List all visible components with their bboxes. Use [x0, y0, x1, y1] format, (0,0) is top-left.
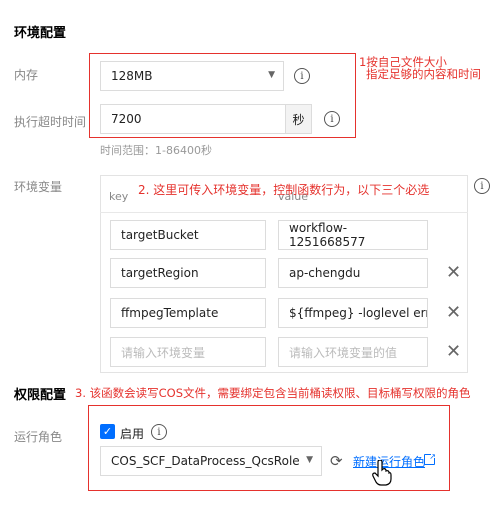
- role-select[interactable]: COS_SCF_DataProcess_QcsRole ▼: [100, 446, 322, 476]
- timeout-value: 7200: [111, 112, 142, 126]
- hand-cursor-icon: [372, 460, 392, 486]
- role-label: 运行角色: [14, 430, 63, 444]
- timeout-unit: 秒: [285, 104, 312, 134]
- refresh-icon[interactable]: ⟳: [330, 452, 343, 470]
- memory-label: 内存: [14, 68, 39, 82]
- env-value-input-1[interactable]: workflow-1251668577: [278, 220, 428, 250]
- timeout-label: 执行超时时间: [14, 115, 87, 129]
- env-value-text-1: workflow-1251668577: [289, 221, 366, 249]
- chevron-down-icon: ▼: [306, 455, 313, 465]
- close-icon[interactable]: ✕: [446, 264, 461, 282]
- permission-config-title: 权限配置: [14, 388, 67, 403]
- env-key-input-3[interactable]: ffmpegTemplate: [110, 298, 266, 328]
- memory-value: 128MB: [111, 69, 153, 83]
- annotation-2: 2. 这里可传入环境变量，控制函数行为，以下三个必选: [138, 183, 430, 197]
- env-value-input-2[interactable]: ap-chengdu: [278, 258, 428, 288]
- env-vars-label: 环境变量: [14, 180, 63, 194]
- role-info-icon[interactable]: i: [151, 424, 167, 440]
- env-key-placeholder: 请输入环境变量: [121, 345, 206, 360]
- role-selected-value: COS_SCF_DataProcess_QcsRole: [111, 454, 300, 468]
- env-vars-header-divider: [100, 212, 468, 213]
- chevron-down-icon: ▼: [268, 70, 275, 80]
- env-value-input-new[interactable]: 请输入环境变量的值: [278, 337, 428, 367]
- close-icon[interactable]: ✕: [446, 304, 461, 322]
- external-link-icon[interactable]: ↗: [424, 452, 437, 465]
- annotation-1-line2: 指定足够的内容和时间: [366, 67, 481, 81]
- env-config-title: 环境配置: [14, 26, 67, 41]
- env-key-input-1[interactable]: targetBucket: [110, 220, 266, 250]
- env-key-header: key: [109, 190, 129, 203]
- env-key-input-2[interactable]: targetRegion: [110, 258, 266, 288]
- enable-checkbox[interactable]: ✓: [100, 424, 115, 439]
- env-value-text-3: ${ffmpeg} -loglevel error -i: [289, 306, 427, 320]
- env-value-placeholder: 请输入环境变量的值: [289, 345, 398, 360]
- memory-select[interactable]: 128MB ▼: [100, 61, 284, 91]
- env-key-text-2: targetRegion: [121, 266, 199, 280]
- annotation-3: 3. 该函数会读写COS文件，需要绑定包含当前桶读权限、目标桶写权限的角色: [75, 386, 471, 400]
- env-key-text-1: targetBucket: [121, 228, 199, 242]
- env-key-input-new[interactable]: 请输入环境变量: [110, 337, 266, 367]
- env-value-text-2: ap-chengdu: [289, 266, 361, 280]
- env-key-text-3: ffmpegTemplate: [121, 306, 219, 320]
- env-value-input-3[interactable]: ${ffmpeg} -loglevel error -i: [278, 298, 428, 328]
- timeout-unit-label: 秒: [292, 112, 305, 127]
- timeout-input[interactable]: 7200: [100, 104, 286, 134]
- timeout-hint: 时间范围：1-86400秒: [100, 144, 212, 157]
- close-icon[interactable]: ✕: [446, 343, 461, 361]
- timeout-info-icon[interactable]: i: [324, 111, 340, 127]
- env-vars-info-icon[interactable]: i: [474, 178, 490, 194]
- memory-info-icon[interactable]: i: [294, 68, 310, 84]
- enable-label: 启用: [120, 427, 145, 441]
